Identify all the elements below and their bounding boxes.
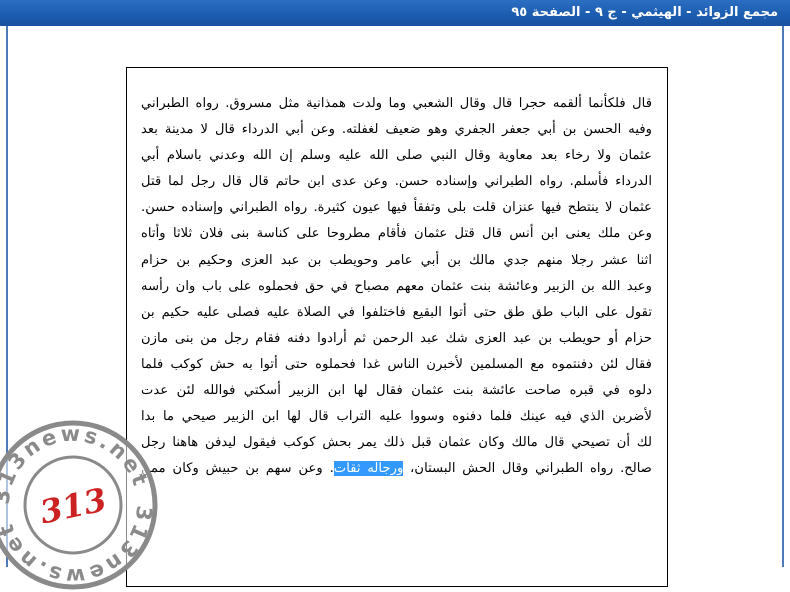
text-segment: . وعن سهم بن حبيش وكان ممن <box>141 461 334 477</box>
text-line: دلوه في قبره صاحت عائشة بنت عثمان فقال ل… <box>141 383 652 399</box>
text-line: عثمان لا ينتطح فيها عنزان قلت بلى وتفقأ … <box>141 200 652 216</box>
text-line: فقال لئن دفنتموه مع المسلمين لأخبرن النا… <box>141 356 652 372</box>
text-line: وعبد الله بن الزبير وعائشة بنت عثمان معه… <box>141 278 652 294</box>
page-text[interactable]: قال فلكأنما ألقمه حجرا قال وقال الشعبي و… <box>141 91 652 482</box>
text-line: وفيه الحسن بن أبي جعفر الجفري وهو ضعيف ل… <box>141 122 652 138</box>
text-segment: صالح. رواه الطبراني وقال الحش البستان، <box>403 461 653 477</box>
watermark-stamp: 313news.net 313news.net 313 <box>0 420 158 590</box>
text-line: تقول على الباب طق طق حتى أتوا البقيع فاخ… <box>141 304 652 320</box>
text-line: اثنا عشر رجلا منهم جدي مالك بن أبي عامر … <box>141 252 652 268</box>
text-line: وعن ملك يعنى ابن أنس قال قتل عثمان فأقام… <box>141 226 652 242</box>
text-line: لأضربن الذي فيه عينك فلما دفنوه وسووا عل… <box>141 409 652 425</box>
text-line: عثمان ولا رخاء بعد معاوية وقال النبي صلى… <box>141 148 652 164</box>
text-line: الدرداء فأسلم. رواه الطبراني وإسناده حسن… <box>141 174 652 190</box>
selected-text-highlight[interactable]: ورجاله ثقات <box>333 461 404 477</box>
book-page: قال فلكأنما ألقمه حجرا قال وقال الشعبي و… <box>126 67 668 587</box>
text-line: قال فلكأنما ألقمه حجرا قال وقال الشعبي و… <box>141 96 652 111</box>
window-title: مجمع الزوائد - الهيثمي - ج ٩ - الصفحة ٩٥ <box>511 5 778 20</box>
window-title-bar: مجمع الزوائد - الهيثمي - ج ٩ - الصفحة ٩٥ <box>0 0 790 26</box>
text-line: لك أن تصيحي قال مالك وكان عثمان قبل ذلك … <box>141 435 652 451</box>
text-line: حزام أو حويطب بن عبد العزى شك عبد الرحمن… <box>141 330 652 346</box>
text-line-last: صالح. رواه الطبراني وقال الحش البستان، و… <box>141 456 652 482</box>
